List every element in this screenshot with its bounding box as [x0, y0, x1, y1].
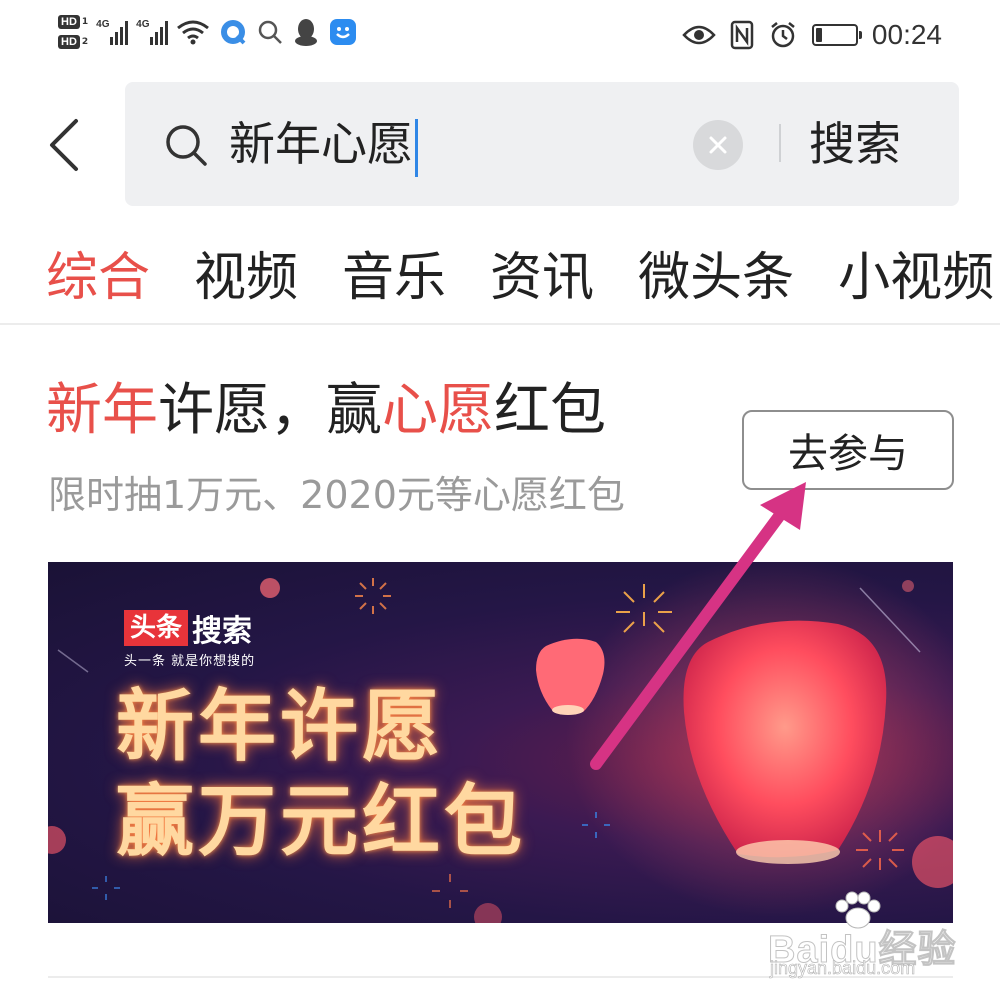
search-icon — [166, 125, 207, 166]
search-query-text: 新年心愿 — [229, 117, 413, 171]
search-button[interactable]: 搜索 — [809, 112, 901, 176]
nfc-icon — [730, 20, 754, 50]
logo-white-text: 搜索 — [192, 613, 253, 649]
join-button[interactable]: 去参与 — [742, 410, 954, 490]
logo-slogan: 头一条 就是你想搜的 — [124, 653, 256, 669]
category-tabs: 综合 视频 音乐 资讯 微头条 小视频 — [46, 240, 994, 320]
net-1-label: 4G — [96, 19, 110, 30]
distant-lantern — [902, 580, 914, 592]
promo-banner[interactable]: 头条 搜索 头一条 就是你想搜的 新年许愿 赢万元红包 — [48, 562, 953, 923]
sim1-slot-label: 1 — [81, 17, 89, 27]
baidu-watermark: Baidu经验 jingyan.baidu.com — [768, 890, 968, 990]
eye-icon — [682, 25, 716, 45]
edge-lantern — [48, 826, 66, 854]
tab-micro-headline[interactable]: 微头条 — [638, 240, 794, 320]
tabs-divider — [0, 323, 1000, 325]
logo-red-text: 头条 — [124, 610, 189, 646]
shooting-star — [57, 649, 89, 673]
sim1-hd-label: HD — [58, 15, 80, 29]
title-highlight-1: 新年 — [46, 378, 158, 443]
small-lantern-opening — [552, 705, 584, 715]
firework — [355, 578, 391, 614]
assistant-icon — [330, 19, 357, 45]
back-button[interactable] — [38, 110, 88, 180]
sim2-slot-label: 2 — [81, 37, 89, 47]
toutiao-search-logo: 头条 搜索 头一条 就是你想搜的 — [124, 610, 255, 671]
close-icon — [709, 136, 727, 154]
tab-comprehensive[interactable]: 综合 — [46, 240, 150, 320]
sim-indicators: HD 1 HD 2 — [58, 15, 88, 49]
wifi-icon — [177, 20, 210, 45]
sim2-hd-icon: HD 2 — [58, 35, 88, 49]
banner-headline-2: 赢万元红包 — [116, 777, 527, 867]
banner-headline-1: 新年许愿 — [116, 682, 445, 772]
lantern-opening — [736, 840, 840, 864]
clear-button[interactable] — [693, 120, 743, 170]
distant-lantern — [260, 578, 280, 598]
chevron-left-icon — [50, 119, 78, 171]
edge-lantern — [474, 903, 502, 923]
net-2-label: 4G — [136, 19, 150, 30]
status-right: 00:24 — [682, 16, 942, 54]
title-text-1: 许愿，赢 — [158, 378, 382, 443]
sim1-hd-icon: HD 1 — [58, 15, 88, 29]
tab-music[interactable]: 音乐 — [342, 240, 446, 320]
clock: 00:24 — [871, 19, 942, 50]
firework — [432, 874, 468, 908]
firework — [92, 876, 120, 900]
signal-1-icon: 4G — [96, 19, 129, 45]
browser-icon — [221, 20, 246, 45]
watermark-url: jingyan.baidu.com — [770, 958, 916, 979]
search-icon — [258, 20, 283, 44]
search-divider — [779, 124, 781, 162]
signal-2-icon: 4G — [136, 19, 169, 45]
tab-short-video[interactable]: 小视频 — [838, 240, 994, 320]
card-title[interactable]: 新年许愿，赢心愿红包 — [46, 376, 606, 446]
search-bar[interactable]: 新年心愿 搜索 — [125, 82, 959, 206]
sim2-hd-label: HD — [58, 35, 80, 49]
battery-fill — [815, 28, 822, 42]
status-bar: HD 1 HD 2 4G 4G 00:24 — [0, 0, 1000, 72]
tab-video[interactable]: 视频 — [194, 240, 298, 320]
status-left: HD 1 HD 2 4G 4G — [58, 10, 358, 54]
title-text-2: 红包 — [494, 378, 606, 443]
search-input[interactable]: 新年心愿 — [229, 112, 418, 177]
alarm-icon — [771, 22, 795, 48]
qq-icon — [295, 19, 318, 46]
battery-icon — [811, 24, 862, 46]
title-highlight-2: 心愿 — [382, 378, 494, 443]
card-subtitle: 限时抽1万元、2020元等心愿红包 — [48, 473, 625, 517]
tab-news[interactable]: 资讯 — [490, 240, 594, 320]
text-caret — [415, 118, 418, 177]
